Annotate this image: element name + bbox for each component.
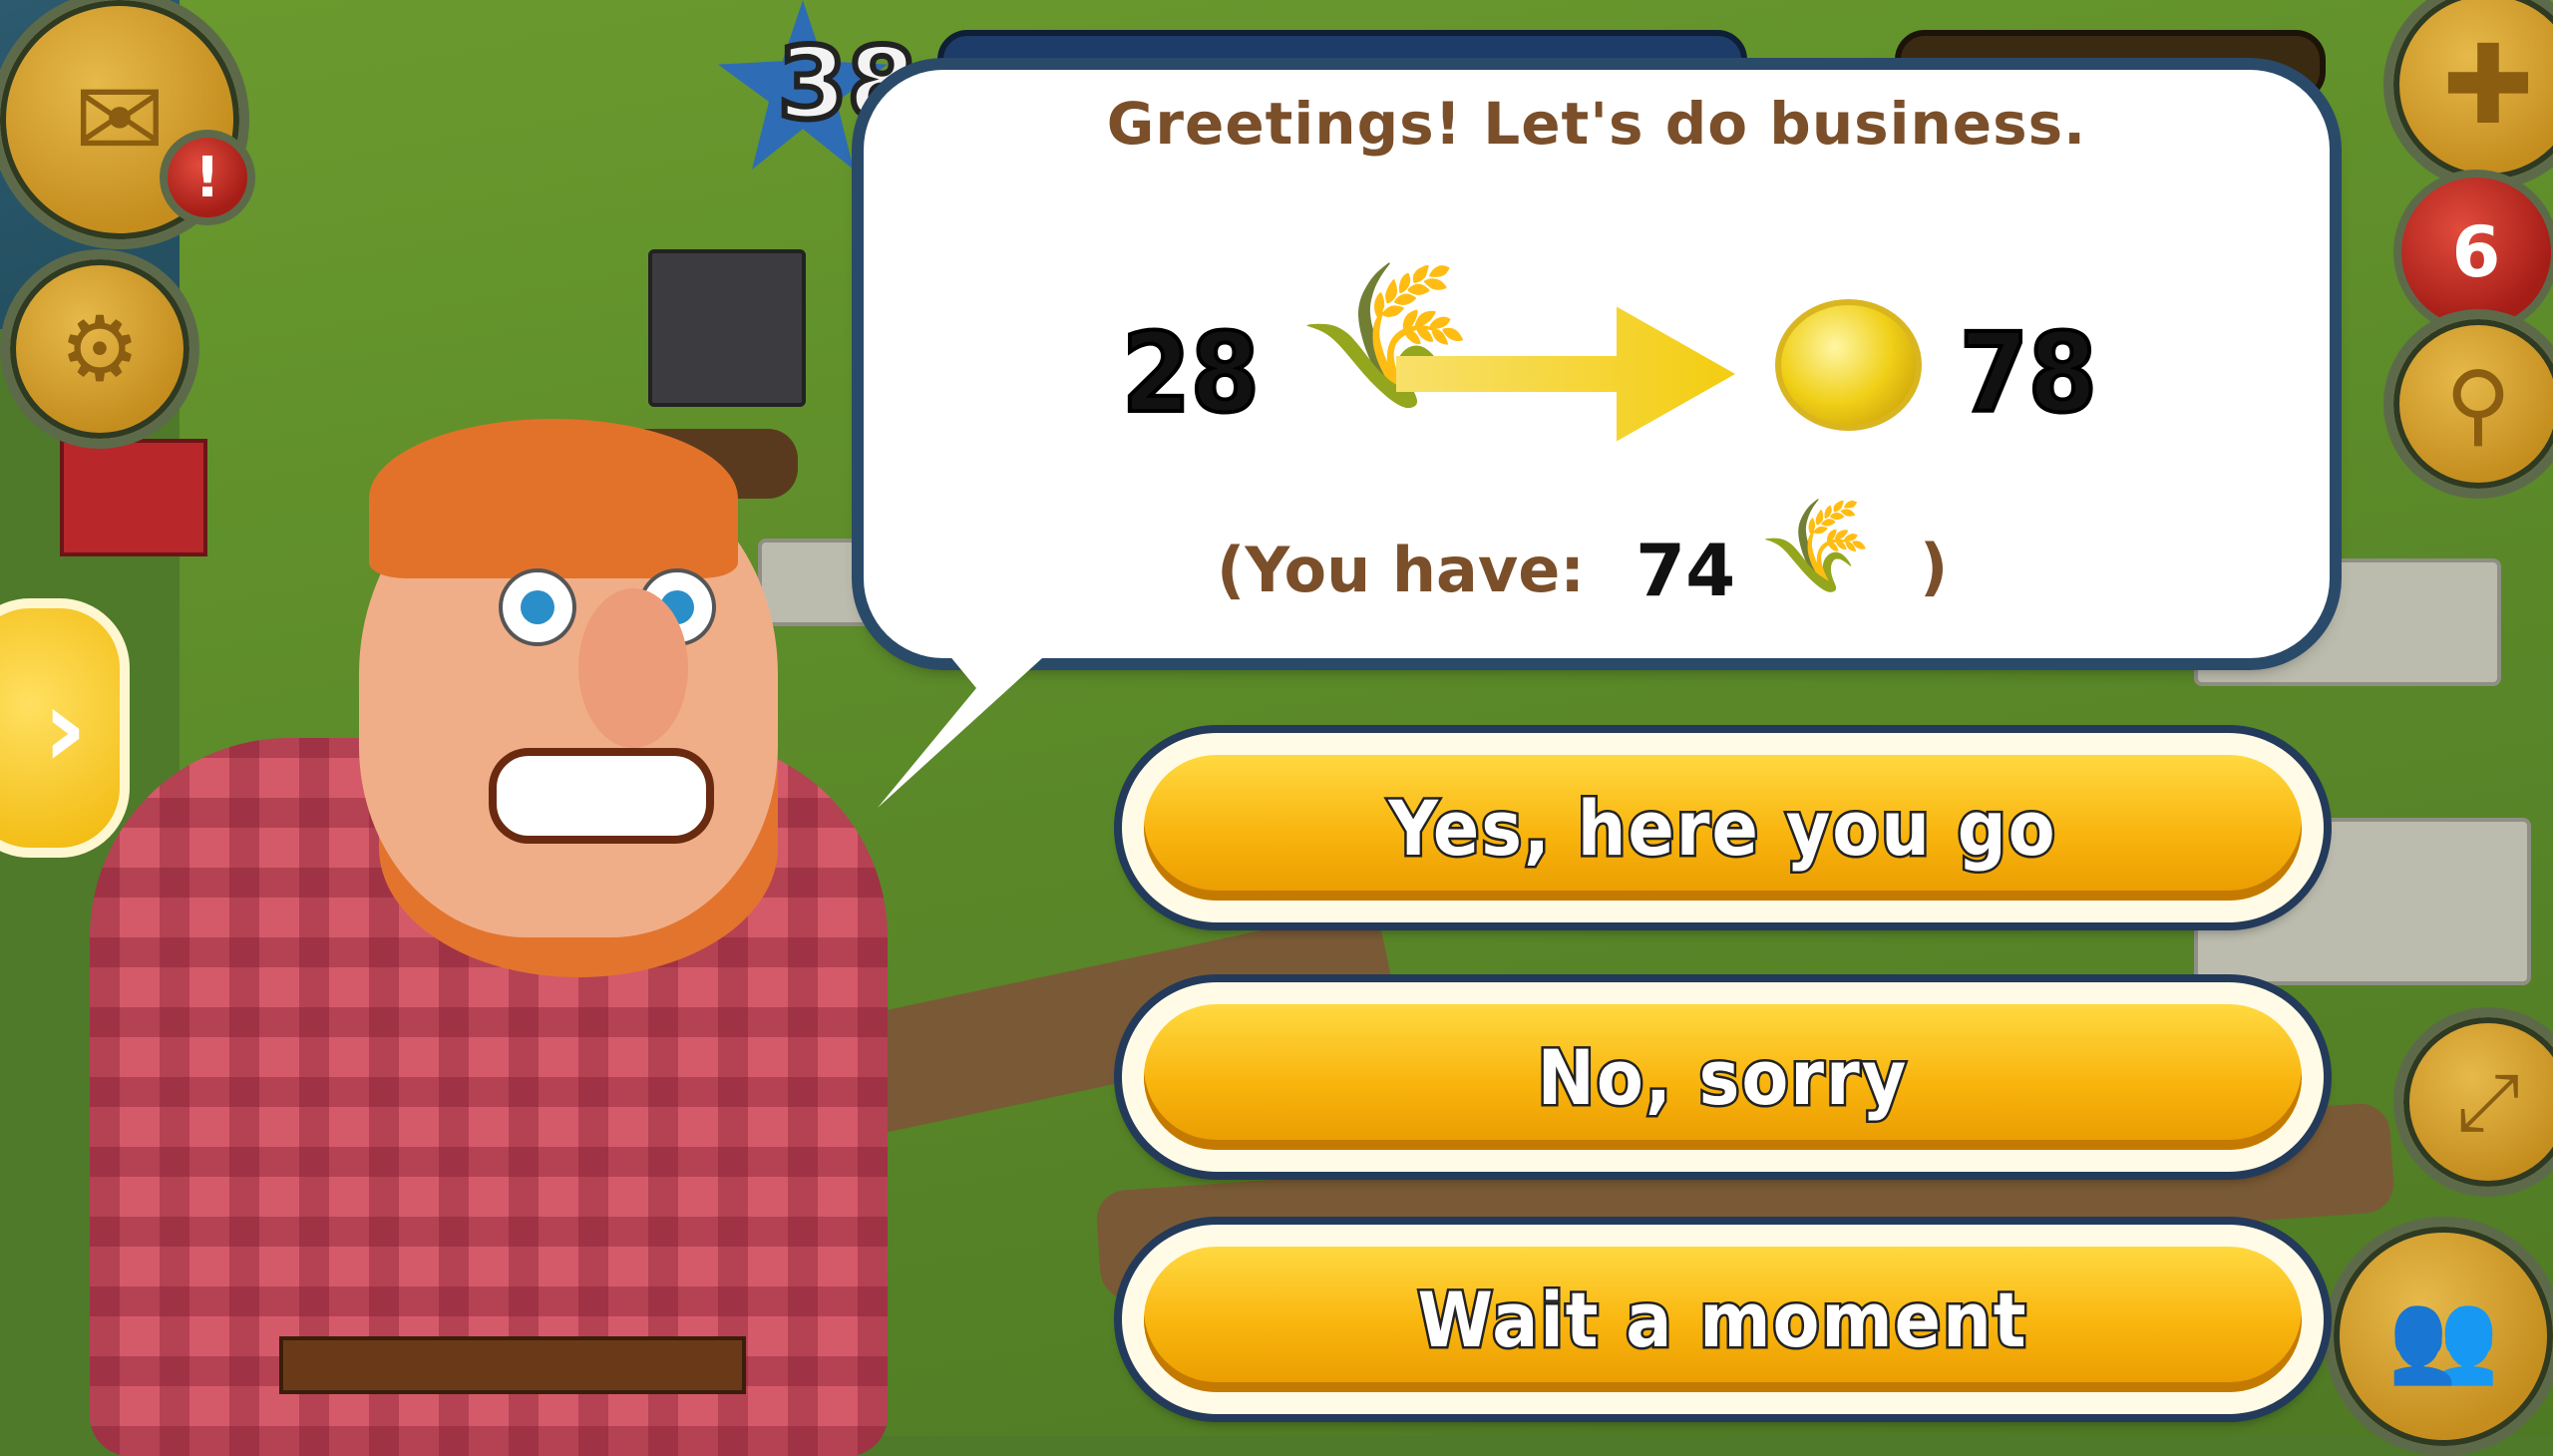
receive-amount: 78 [1958, 307, 2099, 439]
gear-icon: ⚙ [59, 296, 141, 402]
button-face: No, sorry [1144, 1004, 2302, 1150]
add-currency-button[interactable]: ✚ [2383, 0, 2553, 189]
expand-icon: ⤢ [2456, 1055, 2520, 1148]
belt [279, 1336, 746, 1394]
wait-a-moment-button[interactable]: Wait a moment [1122, 1225, 2324, 1414]
button-label: No, sorry [1535, 1030, 1909, 1124]
greeting-text: Greetings! Let's do business. [1106, 90, 2087, 158]
search-button[interactable]: ⚲ [2383, 309, 2553, 499]
yes-here-you-go-button[interactable]: Yes, here you go [1122, 733, 2324, 922]
plus-icon: ✚ [2441, 21, 2535, 149]
give-amount: 28 [1120, 307, 1262, 439]
you-have-amount: 74 [1636, 529, 1736, 612]
mail-alert-badge: ! [160, 130, 255, 225]
button-face: Wait a moment [1144, 1247, 2302, 1392]
people-icon: 👥 [2386, 1283, 2500, 1389]
button-label: Wait a moment [1415, 1273, 2028, 1366]
hair [369, 419, 738, 578]
magnifier-icon: ⚲ [2445, 351, 2511, 457]
mouth [489, 748, 714, 844]
button-face: Yes, here you go [1144, 755, 2302, 901]
edit-mode-button[interactable]: ⤢ [2393, 1007, 2553, 1197]
nose [578, 588, 688, 748]
no-sorry-button[interactable]: No, sorry [1122, 982, 2324, 1172]
you-have-label: (You have: [1217, 534, 1586, 606]
you-have-close-paren: ) [1920, 531, 1949, 603]
friends-button[interactable]: 👥 [2324, 1217, 2553, 1456]
farmer-character [60, 419, 917, 1456]
left-eye [499, 568, 576, 646]
button-label: Yes, here you go [1386, 781, 2057, 875]
machine-building[interactable] [648, 249, 806, 407]
coin-icon [1775, 299, 1922, 431]
